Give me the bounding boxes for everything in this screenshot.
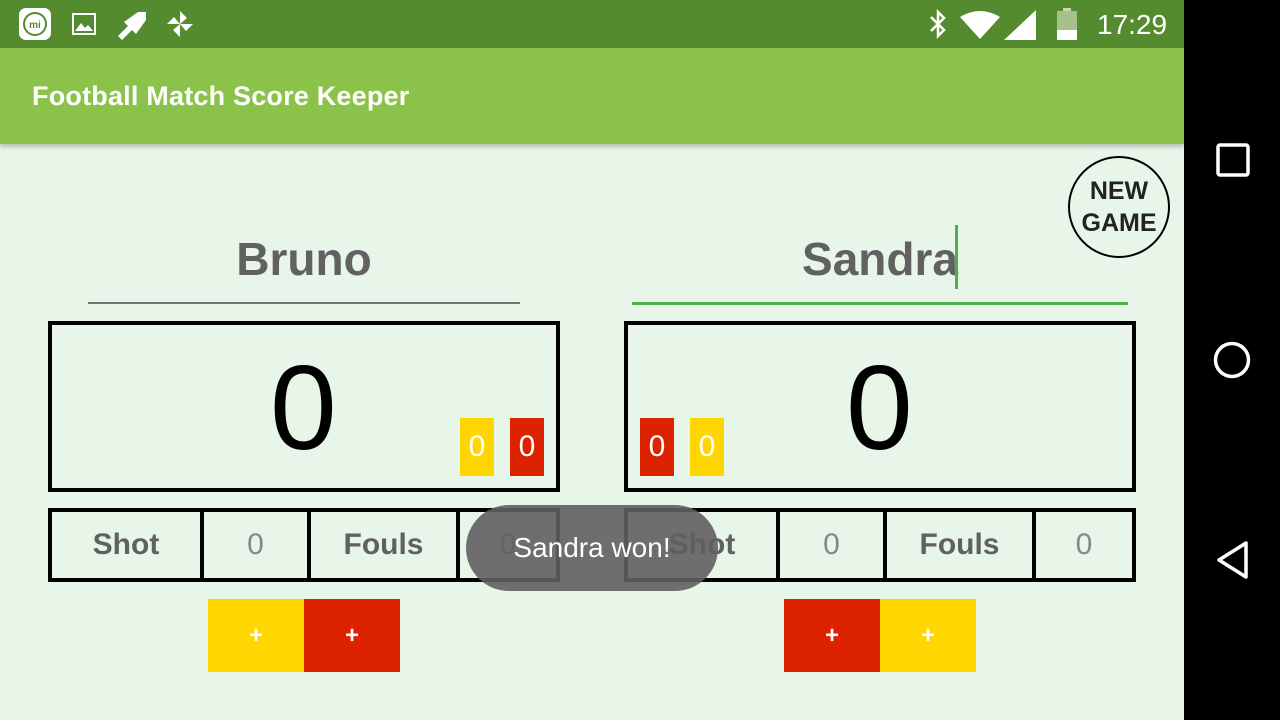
- home-icon[interactable]: [1213, 341, 1251, 384]
- signal-icon: [1004, 10, 1036, 45]
- team-a-name-input[interactable]: Bruno: [88, 232, 520, 286]
- svg-text:mi: mi: [29, 20, 41, 31]
- new-game-label-line2: GAME: [1081, 209, 1157, 237]
- team-b-score: 0: [846, 341, 913, 475]
- rocket-icon: [114, 8, 150, 45]
- team-a-name-underline: [88, 302, 520, 304]
- text-cursor: [955, 225, 958, 289]
- team-b-name-underline: [632, 302, 1128, 305]
- team-b-name-input[interactable]: Sandra: [632, 232, 1128, 286]
- team-a-score: 0: [270, 341, 337, 475]
- navigation-bar: [1184, 0, 1280, 720]
- team-b-red-card-count: 0: [640, 418, 674, 476]
- team-b-yellow-card-count: 0: [690, 418, 724, 476]
- recents-icon[interactable]: [1216, 143, 1250, 182]
- mi-icon: mi: [18, 7, 52, 46]
- team-b-add-red-card-button[interactable]: +: [784, 599, 880, 672]
- team-a-yellow-card-count: 0: [460, 418, 494, 476]
- new-game-button[interactable]: NEW GAME: [1068, 156, 1170, 258]
- back-icon[interactable]: [1215, 540, 1249, 585]
- wifi-icon: [960, 11, 1000, 44]
- status-time: 17:29: [1097, 9, 1168, 40]
- team-a-fouls-label[interactable]: Fouls: [311, 512, 460, 578]
- team-a-score-box: 0 0 0: [48, 321, 560, 492]
- team-b-fouls-label[interactable]: Fouls: [887, 512, 1036, 578]
- team-b-shots-value: 0: [780, 512, 887, 578]
- team-a-shot-label[interactable]: Shot: [52, 512, 204, 578]
- new-game-label-line1: NEW: [1089, 177, 1149, 205]
- team-a-add-yellow-card-button[interactable]: +: [208, 599, 304, 672]
- app-title: Football Match Score Keeper: [32, 81, 410, 111]
- team-b-score-box: 0 0 0: [624, 321, 1136, 492]
- team-a-red-card-count: 0: [510, 418, 544, 476]
- pinwheel-icon: [165, 9, 195, 44]
- team-b-add-yellow-card-button[interactable]: +: [880, 599, 976, 672]
- bluetooth-icon: [928, 8, 948, 44]
- team-a-shots-value: 0: [204, 512, 311, 578]
- team-b-fouls-value: 0: [1075, 528, 1093, 561]
- team-a-add-red-card-button[interactable]: +: [304, 599, 400, 672]
- image-icon: [72, 12, 96, 41]
- app-bar: Football Match Score Keeper: [0, 48, 1184, 144]
- status-bar: mi 17:29: [0, 0, 1184, 48]
- battery-icon: [1057, 8, 1077, 45]
- toast-message: Sandra won!: [466, 505, 718, 591]
